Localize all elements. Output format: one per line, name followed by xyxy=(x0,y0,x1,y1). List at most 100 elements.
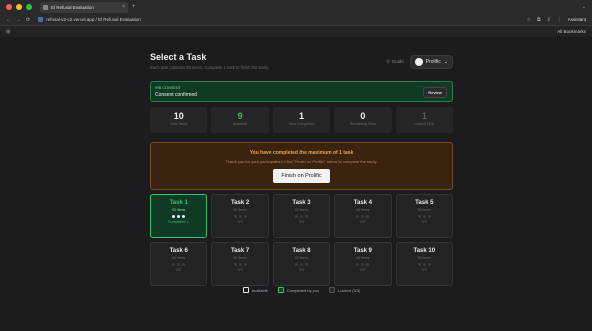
task-items: 60 items xyxy=(356,256,370,260)
task-status: 0/3 xyxy=(237,268,243,272)
new-tab-icon[interactable]: + xyxy=(132,4,136,10)
task-card-10[interactable]: Task 10 60 items 0/3 xyxy=(395,242,453,286)
stat-value: 1 xyxy=(421,111,427,121)
slot-dots xyxy=(335,215,390,218)
close-tab-icon[interactable]: × xyxy=(122,4,125,10)
favicon-icon xyxy=(43,4,48,10)
slot-dot-icon xyxy=(177,263,181,266)
slot-dot-icon xyxy=(182,215,186,218)
task-card-6[interactable]: Task 6 60 items 0/3 xyxy=(150,242,208,286)
task-grid: Task 1 60 items Completed ✓ Task 2 60 items 0… xyxy=(150,194,453,286)
window-controls xyxy=(6,4,32,10)
task-card-2[interactable]: Task 2 60 items 0/3 xyxy=(211,194,269,238)
task-items: 60 items xyxy=(356,208,370,212)
slot-dot-icon xyxy=(356,215,360,218)
task-items: 60 items xyxy=(172,256,186,260)
guide-label: Guide xyxy=(391,59,404,64)
slot-dot-icon xyxy=(243,215,247,218)
task-card-5[interactable]: Task 5 60 items 0/3 xyxy=(395,194,453,238)
task-title: Task 2 xyxy=(230,200,250,206)
stat-card: 1 Your Completed xyxy=(272,107,331,133)
back-icon[interactable]: ← xyxy=(6,17,11,23)
slot-dot-icon xyxy=(356,263,360,266)
browser-tab[interactable]: El Refusal Evaluation × xyxy=(40,1,128,13)
url-text: refusal-v2-c2.vercel.app / El Refusal Ev… xyxy=(46,17,141,22)
stat-label: Your Completed xyxy=(288,122,315,126)
task-card-1[interactable]: Task 1 60 items Completed ✓ xyxy=(150,194,208,238)
finish-on-prolific-button[interactable]: Finish on Prolific xyxy=(273,169,330,183)
task-card-8[interactable]: Task 8 60 items 0/3 xyxy=(272,242,331,286)
slot-dot-icon xyxy=(243,263,247,266)
task-status: 0/3 xyxy=(421,268,427,272)
apps-grid-icon[interactable]: ⊞ xyxy=(6,29,10,35)
slot-dot-icon xyxy=(422,263,426,266)
bookmark-star-icon[interactable]: ☆ xyxy=(526,17,530,23)
stats-row: 10 Total Tasks 9 Available 1 Your Completed 0 R… xyxy=(150,107,454,133)
download-icon[interactable]: ⇩ xyxy=(547,17,551,23)
slot-dot-icon xyxy=(304,263,308,266)
task-title: Task 1 xyxy=(169,200,188,206)
consent-label: IRB CONSENT xyxy=(155,86,181,90)
slot-dot-icon xyxy=(172,215,176,218)
slot-dot-icon xyxy=(299,215,303,218)
url-field[interactable]: refusal-v2-c2.vercel.app / El Refusal Ev… xyxy=(38,17,141,22)
guide-button[interactable]: ⓪ Guide xyxy=(386,59,404,65)
task-title: Task 6 xyxy=(169,248,188,254)
available-swatch-icon xyxy=(242,287,249,293)
review-consent-button[interactable]: Review xyxy=(423,87,447,98)
slot-dot-icon xyxy=(238,263,242,266)
completed-swatch-icon xyxy=(277,287,284,293)
slot-dots xyxy=(274,215,329,218)
task-items: 60 items xyxy=(233,256,247,260)
forward-icon[interactable]: → xyxy=(16,17,21,23)
slot-dots xyxy=(274,263,329,266)
stat-value: 0 xyxy=(360,111,366,121)
slot-dots xyxy=(397,263,452,266)
task-card-9[interactable]: Task 9 60 items 0/3 xyxy=(334,242,392,286)
task-status: 0/3 xyxy=(237,220,243,224)
locked-swatch-icon xyxy=(329,287,336,293)
close-window-button[interactable] xyxy=(6,4,12,10)
slot-dot-icon xyxy=(304,215,308,218)
slot-dots xyxy=(151,263,206,266)
task-title: Task 4 xyxy=(353,200,372,206)
slot-dot-icon xyxy=(299,263,303,266)
task-items: 60 items xyxy=(294,256,309,260)
stat-card: 9 Available xyxy=(211,107,269,133)
maximize-window-button[interactable] xyxy=(26,4,32,10)
tab-menu-icon[interactable]: ⌄ xyxy=(582,4,586,10)
slot-dots xyxy=(397,215,452,218)
guide-icon: ⓪ xyxy=(386,59,391,64)
prolific-label: Prolific xyxy=(425,59,441,65)
all-bookmarks-button[interactable]: All Bookmarks xyxy=(557,29,586,34)
task-status: 0/3 xyxy=(298,220,304,224)
slot-dot-icon xyxy=(233,215,237,218)
slot-dots xyxy=(335,263,390,266)
assistant-button[interactable]: Assistant xyxy=(568,17,586,22)
task-card-4[interactable]: Task 4 60 items 0/3 xyxy=(334,194,392,238)
task-card-7[interactable]: Task 7 60 items 0/3 xyxy=(211,242,269,286)
task-status: 0/3 xyxy=(176,268,182,272)
stat-value: 1 xyxy=(299,111,305,121)
slot-dot-icon xyxy=(422,215,426,218)
slot-dot-icon xyxy=(427,263,431,266)
consent-banner: IRB CONSENT Consent confirmed Review xyxy=(150,81,453,102)
bookmarks-bar: ⊞ All Bookmarks xyxy=(0,26,592,37)
completion-limit-banner: You have completed the maximum of 1 task… xyxy=(150,142,453,190)
page-header: Select a Task Each task contains 60 item… xyxy=(150,52,453,70)
chevron-down-icon: ⌄ xyxy=(443,59,448,65)
slot-dot-icon xyxy=(427,215,431,218)
more-icon[interactable]: ⋮ xyxy=(557,17,562,23)
browser-tab-bar: El Refusal Evaluation × + ⌄ xyxy=(0,0,592,14)
slot-dot-icon xyxy=(172,263,176,266)
task-card-3[interactable]: Task 3 60 items 0/3 xyxy=(272,194,331,238)
stat-card: 0 Remaining Slots xyxy=(334,107,392,133)
legend-completed: Completed by you xyxy=(277,287,319,293)
extensions-icon[interactable]: ⧉ xyxy=(537,17,541,23)
legend-locked: Locked (3/3) xyxy=(329,287,360,293)
minimize-window-button[interactable] xyxy=(16,4,22,10)
reload-icon[interactable]: ⟳ xyxy=(26,17,30,23)
stat-label: Locked (3/3) xyxy=(414,122,435,126)
task-title: Task 5 xyxy=(415,200,434,206)
prolific-dropdown[interactable]: Prolific ⌄ xyxy=(409,55,453,69)
